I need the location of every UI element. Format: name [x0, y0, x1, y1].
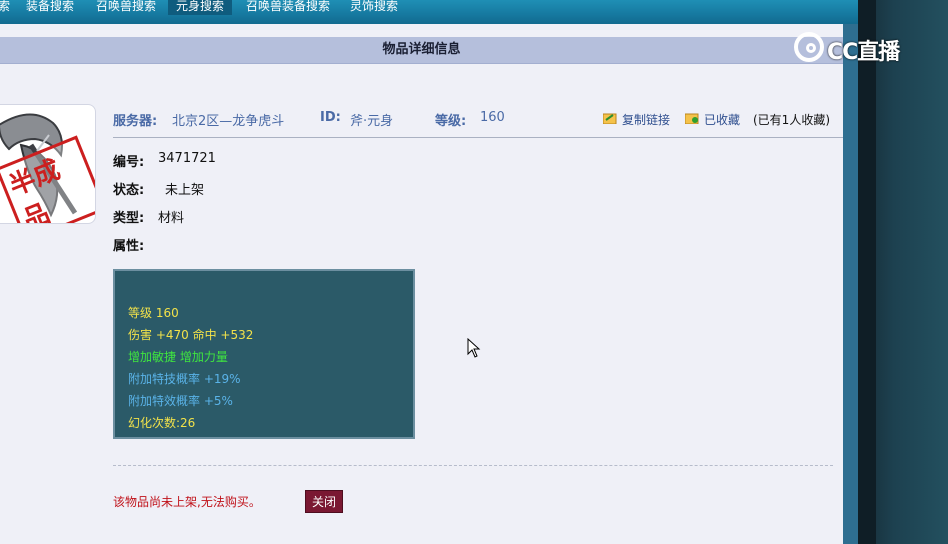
- close-button[interactable]: 关闭: [305, 490, 343, 513]
- right-dark-strip: [858, 0, 876, 544]
- favorite-folder-icon[interactable]: [685, 112, 699, 124]
- nav-tab-yuanshen-search[interactable]: 元身搜索: [168, 0, 233, 15]
- nav-tab-summon-equipment-search[interactable]: 召唤兽装备搜索: [246, 0, 330, 15]
- attr-special-effect-chance: 附加特效概率 +5%: [128, 394, 233, 408]
- favorite-count: (已有1人收藏): [753, 113, 830, 127]
- attributes-label: 属性:: [113, 239, 145, 254]
- cc-logo-icon: [794, 32, 824, 62]
- info-divider: [113, 137, 843, 138]
- attr-special-skill-chance: 附加特技概率 +19%: [128, 372, 241, 386]
- server-value: 北京2区—龙争虎斗: [172, 114, 285, 129]
- top-nav-bar: 索 装备搜索 召唤兽搜索 元身搜索 召唤兽装备搜索 灵饰搜索: [0, 0, 858, 25]
- number-label: 编号:: [113, 155, 145, 170]
- nav-tab-ornament-search[interactable]: 灵饰搜索: [350, 0, 398, 15]
- attr-damage-hit: 伤害 +470 命中 +532: [128, 328, 254, 342]
- number-value: 3471721: [158, 151, 216, 166]
- copy-link-button[interactable]: 复制链接: [622, 111, 670, 128]
- favorited-button[interactable]: 已收藏: [704, 111, 740, 128]
- attr-bonus-stats: 增加敏捷 增加力量: [128, 350, 228, 364]
- type-value: 材料: [158, 211, 185, 226]
- item-image: 半成品: [0, 104, 96, 224]
- mouse-cursor-icon: [467, 338, 481, 358]
- attribute-box: 等级 160 伤害 +470 命中 +532 增加敏捷 增加力量 附加特技概率 …: [113, 269, 415, 439]
- copy-link-icon[interactable]: [603, 112, 617, 124]
- server-label: 服务器:: [113, 114, 158, 129]
- status-label: 状态:: [113, 183, 145, 198]
- nav-tab-partial[interactable]: 索: [0, 0, 10, 15]
- type-label: 类型:: [113, 211, 145, 226]
- id-label: ID:: [320, 110, 341, 125]
- id-value: 斧·元身: [350, 114, 394, 129]
- page-side-border: [843, 24, 858, 544]
- nav-tab-summon-search[interactable]: 召唤兽搜索: [96, 0, 156, 15]
- nav-tab-equipment-search[interactable]: 装备搜索: [26, 0, 74, 15]
- status-value: 未上架: [165, 183, 205, 198]
- attr-transform-count: 幻化次数:26: [128, 416, 196, 430]
- attr-level: 等级 160: [128, 306, 179, 320]
- not-listed-notice: 该物品尚未上架,无法购买。: [113, 495, 261, 509]
- bottom-divider: [113, 465, 833, 466]
- cc-live-watermark: CC直播: [794, 28, 924, 70]
- panel-title: 物品详细信息: [0, 37, 843, 64]
- level-value: 160: [480, 110, 505, 125]
- level-label: 等级:: [435, 114, 467, 129]
